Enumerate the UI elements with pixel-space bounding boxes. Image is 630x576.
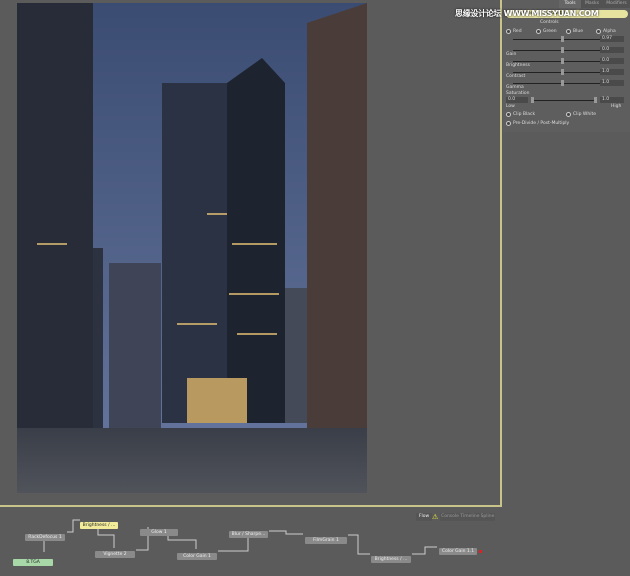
slider-0[interactable] bbox=[513, 36, 603, 42]
node-color-gain-1-1[interactable]: Color Gain 1.1 bbox=[439, 548, 477, 555]
slider-label: Gain bbox=[506, 52, 517, 57]
red-label: Red bbox=[513, 29, 522, 34]
slider-knob[interactable] bbox=[560, 80, 564, 86]
tab-tools[interactable]: Tools bbox=[559, 0, 581, 8]
node-vignette[interactable]: Vignette 2 bbox=[95, 551, 135, 558]
slider-value-field[interactable]: 1.0 bbox=[600, 69, 624, 75]
tab-masks[interactable]: Masks bbox=[581, 0, 603, 8]
clip-white-label: Clip White bbox=[573, 112, 597, 117]
saturation-label: Saturation bbox=[506, 91, 530, 96]
low-label: Low bbox=[506, 104, 515, 109]
slider-value-field[interactable]: 0.0 bbox=[600, 58, 624, 64]
node-blur-sharpen[interactable]: Blur / Sharpe... bbox=[229, 531, 268, 538]
slider-4[interactable] bbox=[513, 80, 603, 86]
blue-checkbox[interactable] bbox=[566, 29, 571, 34]
node-brightness-contrast[interactable]: Brightness / ... bbox=[80, 522, 118, 529]
node-loader-tga[interactable]: 8.TGA bbox=[13, 559, 53, 566]
slider-value-field[interactable]: 0.0 bbox=[600, 47, 624, 53]
watermark: 思缘设计论坛 WWW.MISSYUAN.COM bbox=[455, 9, 599, 18]
vertical-splitter[interactable] bbox=[500, 0, 502, 506]
pre-divide-label: Pre-Divide / Post-Multiply bbox=[513, 121, 570, 126]
alpha-checkbox[interactable] bbox=[596, 29, 601, 34]
slider-label: Gamma bbox=[506, 85, 524, 90]
high-label: High bbox=[611, 104, 622, 109]
image-viewer[interactable] bbox=[17, 3, 367, 493]
output-marker-icon bbox=[479, 550, 482, 553]
slider-2[interactable] bbox=[513, 58, 603, 64]
slider-knob[interactable] bbox=[560, 69, 564, 75]
slider-value-field[interactable]: 0.97 bbox=[600, 36, 624, 42]
node-brightness-contrast-2[interactable]: Brightness / ... bbox=[371, 556, 411, 563]
node-color-gain[interactable]: Color Gain 1 bbox=[177, 553, 217, 560]
blue-label: Blue bbox=[573, 29, 583, 34]
saturation-slider[interactable] bbox=[531, 97, 597, 103]
slider-3[interactable] bbox=[513, 69, 603, 75]
saturation-low-value[interactable]: 0.0 bbox=[506, 97, 528, 103]
section-controls: Controls bbox=[540, 20, 559, 25]
green-label: Green bbox=[543, 29, 557, 34]
node-rackdefocus[interactable]: RackDefocus 1 bbox=[25, 534, 65, 541]
slider-knob[interactable] bbox=[560, 47, 564, 53]
green-checkbox[interactable] bbox=[536, 29, 541, 34]
red-checkbox[interactable] bbox=[506, 29, 511, 34]
slider-knob[interactable] bbox=[560, 58, 564, 64]
pre-divide-checkbox[interactable] bbox=[506, 121, 511, 126]
slider-value-field[interactable]: 1.0 bbox=[600, 80, 624, 86]
flow-connections bbox=[43, 519, 437, 555]
alpha-label: Alpha bbox=[603, 29, 616, 34]
slider-label: Contrast bbox=[506, 74, 526, 79]
slider-label: Brightness bbox=[506, 63, 530, 68]
tab-modifiers[interactable]: Modifiers bbox=[603, 0, 630, 8]
clip-black-checkbox[interactable] bbox=[506, 112, 511, 117]
city-night-render bbox=[17, 3, 367, 493]
slider-1[interactable] bbox=[513, 47, 603, 53]
tool-controls-panel: Tools Masks Modifiers Brightness / Contr… bbox=[503, 0, 630, 132]
saturation-high-value[interactable]: 1.0 bbox=[600, 97, 624, 103]
clip-white-checkbox[interactable] bbox=[566, 112, 571, 117]
node-filmgrain[interactable]: FilmGrain 1 bbox=[305, 537, 347, 544]
slider-knob[interactable] bbox=[560, 36, 564, 42]
clip-black-label: Clip Black bbox=[513, 112, 536, 117]
node-glow[interactable]: Glow 1 bbox=[140, 529, 178, 536]
